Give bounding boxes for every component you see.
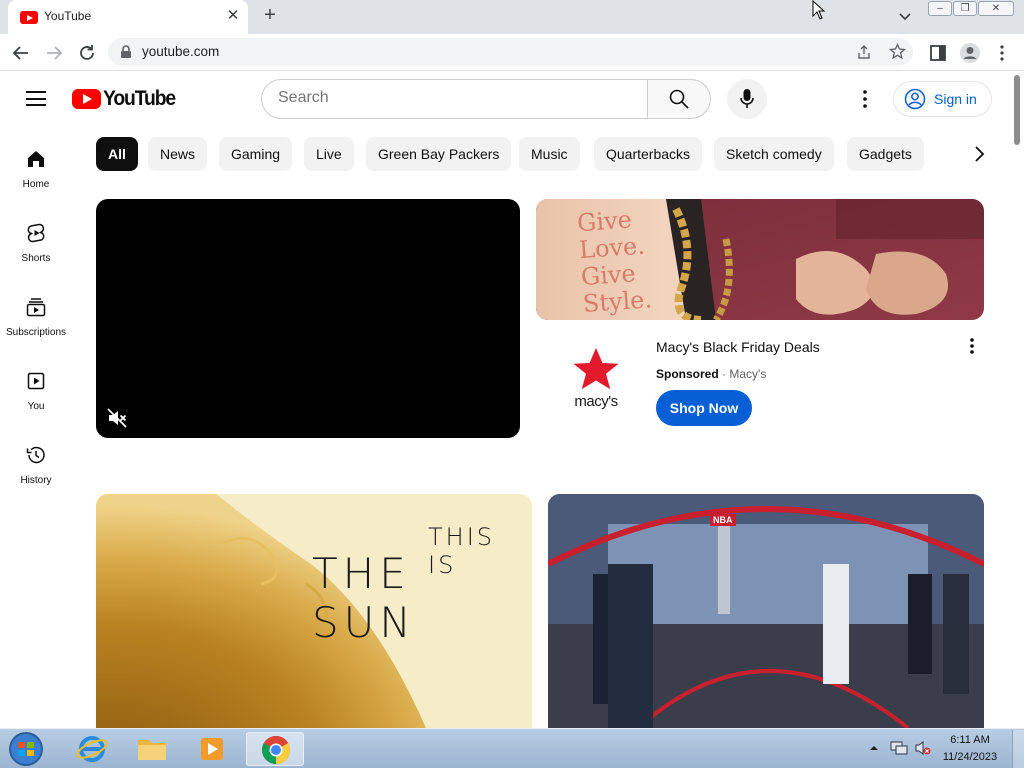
you-icon <box>27 372 45 390</box>
volume-muted-icon[interactable] <box>914 740 932 756</box>
history-icon <box>26 446 45 464</box>
youtube-favicon-icon <box>20 11 38 24</box>
youtube-play-logo-icon <box>72 89 101 109</box>
ad-meta: Sponsored · Macy's <box>656 367 766 381</box>
sidebar-item-label: Shorts <box>21 253 51 264</box>
search-button[interactable] <box>647 79 711 119</box>
settings-more-icon[interactable] <box>854 88 876 110</box>
reload-icon[interactable] <box>76 42 98 64</box>
close-window-icon[interactable]: ✕ <box>978 1 1014 16</box>
chip-quarterbacks[interactable]: Quarterbacks <box>594 137 703 171</box>
ad-banner-image[interactable]: Give Love. Give Style. <box>536 199 984 320</box>
sidebar-item-shorts[interactable]: Shorts <box>0 222 72 264</box>
sidebar-item-home[interactable]: Home <box>0 148 72 190</box>
subscriptions-icon <box>26 298 46 317</box>
muted-speaker-icon[interactable] <box>106 407 128 429</box>
share-icon[interactable] <box>856 44 872 60</box>
chrome-taskbar-button[interactable] <box>246 732 304 766</box>
youtube-logo[interactable]: YouTube <box>72 87 176 110</box>
lock-icon[interactable] <box>120 45 132 59</box>
advertiser-name: Macy's <box>729 367 767 381</box>
home-icon <box>28 151 44 167</box>
url-text: youtube.com <box>142 44 220 59</box>
mouse-cursor-icon <box>812 0 826 20</box>
sign-in-button[interactable]: Sign in <box>893 81 992 117</box>
show-hidden-icons-icon[interactable] <box>868 742 880 754</box>
tab-search-chevron-icon[interactable] <box>894 7 916 27</box>
sidebar-item-label: Home <box>22 179 50 190</box>
search-box[interactable] <box>261 79 648 119</box>
macys-star-icon <box>573 348 619 390</box>
sidebar-item-label: History <box>20 475 52 486</box>
chip-gadgets[interactable]: Gadgets <box>847 137 924 171</box>
chip-green-bay-packers[interactable]: Green Bay Packers <box>366 137 512 171</box>
ad-more-options-icon[interactable] <box>962 336 982 356</box>
thumbnail-text-line2: THE SUN <box>312 549 416 647</box>
internet-explorer-icon[interactable] <box>66 732 118 766</box>
new-tab-button[interactable]: + <box>258 4 282 27</box>
microphone-icon <box>740 89 754 108</box>
file-explorer-icon[interactable] <box>126 732 178 766</box>
ad-title[interactable]: Macy's Black Friday Deals <box>656 339 820 355</box>
sidebar-item-label: Subscriptions <box>5 327 67 338</box>
shorts-icon <box>27 223 45 243</box>
tab-title: YouTube <box>44 9 92 23</box>
media-player-icon[interactable] <box>186 732 238 766</box>
search-input[interactable] <box>278 89 628 107</box>
profile-avatar-icon[interactable] <box>959 42 981 64</box>
restore-window-icon[interactable]: ❐ <box>953 1 977 16</box>
side-panel-icon[interactable] <box>927 42 949 64</box>
show-desktop-button[interactable] <box>1012 730 1024 768</box>
network-icon[interactable] <box>890 740 908 756</box>
chip-music[interactable]: Music <box>519 137 580 171</box>
sign-in-label: Sign in <box>934 91 977 107</box>
chip-news[interactable]: News <box>148 137 208 171</box>
chip-live[interactable]: Live <box>304 137 354 171</box>
scrollbar-thumb[interactable] <box>1014 75 1020 145</box>
macys-logo[interactable]: macy's <box>556 340 636 420</box>
search-icon <box>669 89 689 109</box>
tab-close-icon[interactable]: ✕ <box>223 6 243 24</box>
chip-sketch-comedy[interactable]: Sketch comedy <box>714 137 834 171</box>
bookmark-star-icon[interactable] <box>889 43 906 60</box>
youtube-wordmark: YouTube <box>103 87 176 110</box>
guide-menu-icon[interactable] <box>26 91 46 106</box>
ad-banner-text: Give Love. Give Style. <box>576 205 653 319</box>
ad-video-player[interactable] <box>96 199 520 438</box>
sponsored-label: Sponsored <box>656 367 719 381</box>
windows-start-icon[interactable] <box>6 730 46 768</box>
back-arrow-icon[interactable] <box>10 42 32 64</box>
taskbar-clock[interactable]: 6:11 AM 11/24/2023 <box>935 732 1005 766</box>
minimize-window-icon[interactable]: – <box>928 1 952 16</box>
address-bar[interactable]: youtube.com <box>108 38 913 66</box>
page-scrollbar[interactable] <box>1010 71 1024 728</box>
sidebar-item-label: You <box>27 401 45 412</box>
voice-search-button[interactable] <box>727 79 767 119</box>
video-thumbnail[interactable]: NBA <box>548 494 984 728</box>
video-thumbnail[interactable]: THIS IS THE SUN <box>96 494 532 728</box>
sidebar-item-history[interactable]: History <box>0 444 72 486</box>
studio-thumbnail-artwork <box>548 494 984 728</box>
thumbnail-text: NBA <box>710 514 736 526</box>
chip-gaming[interactable]: Gaming <box>219 137 293 171</box>
shop-now-button[interactable]: Shop Now <box>656 390 752 426</box>
macys-wordmark: macy's <box>574 393 618 410</box>
sidebar-item-you[interactable]: You <box>0 370 72 412</box>
chrome-icon <box>262 736 290 764</box>
sidebar-item-subscriptions[interactable]: Subscriptions <box>0 296 72 338</box>
clock-date: 11/24/2023 <box>942 751 998 763</box>
account-circle-icon <box>904 88 926 110</box>
chevron-right-icon[interactable] <box>962 137 996 171</box>
browser-tab-youtube[interactable]: YouTube ✕ <box>8 0 248 34</box>
chip-all[interactable]: All <box>96 137 138 171</box>
chrome-menu-icon[interactable] <box>991 42 1013 64</box>
forward-arrow-icon[interactable] <box>43 42 65 64</box>
clock-time: 6:11 AM <box>950 734 990 746</box>
